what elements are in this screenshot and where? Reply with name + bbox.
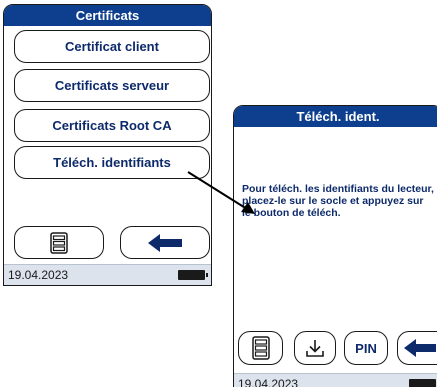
instruction-message: Pour téléch. les identifiants du lecteur…: [242, 183, 434, 219]
status-date: 19.04.2023: [238, 377, 299, 387]
status-bar: 19.04.2023: [4, 264, 211, 285]
back-button[interactable]: [120, 226, 210, 259]
download-icon: [306, 340, 324, 357]
menu-button[interactable]: [14, 226, 104, 259]
certificats-screen: Certificats Certificat client Certificat…: [3, 4, 212, 286]
battery-full-icon: [409, 379, 436, 387]
menu-button[interactable]: [238, 331, 283, 365]
certificats-root-ca-button[interactable]: Certificats Root CA: [14, 109, 210, 142]
battery-full-icon: [178, 270, 208, 280]
arrow-left-icon: [404, 339, 436, 357]
status-date: 19.04.2023: [8, 268, 69, 282]
screen-title: Certificats: [4, 5, 211, 26]
pin-button[interactable]: PIN: [344, 331, 388, 365]
status-bar: 19.04.2023: [234, 373, 437, 387]
arrow-left-icon: [148, 233, 182, 252]
screen-title: Téléch. ident.: [234, 106, 437, 127]
telech-ident-screen: Téléch. ident. Pour téléch. les identifi…: [233, 105, 437, 387]
telech-identifiants-button[interactable]: Téléch. identifiants: [14, 146, 210, 179]
certificats-serveur-button[interactable]: Certificats serveur: [14, 69, 210, 102]
back-button[interactable]: [397, 331, 437, 365]
download-button[interactable]: [294, 331, 336, 365]
list-menu-icon: [251, 336, 270, 360]
list-menu-icon: [50, 231, 68, 254]
certificat-client-button[interactable]: Certificat client: [14, 30, 210, 63]
